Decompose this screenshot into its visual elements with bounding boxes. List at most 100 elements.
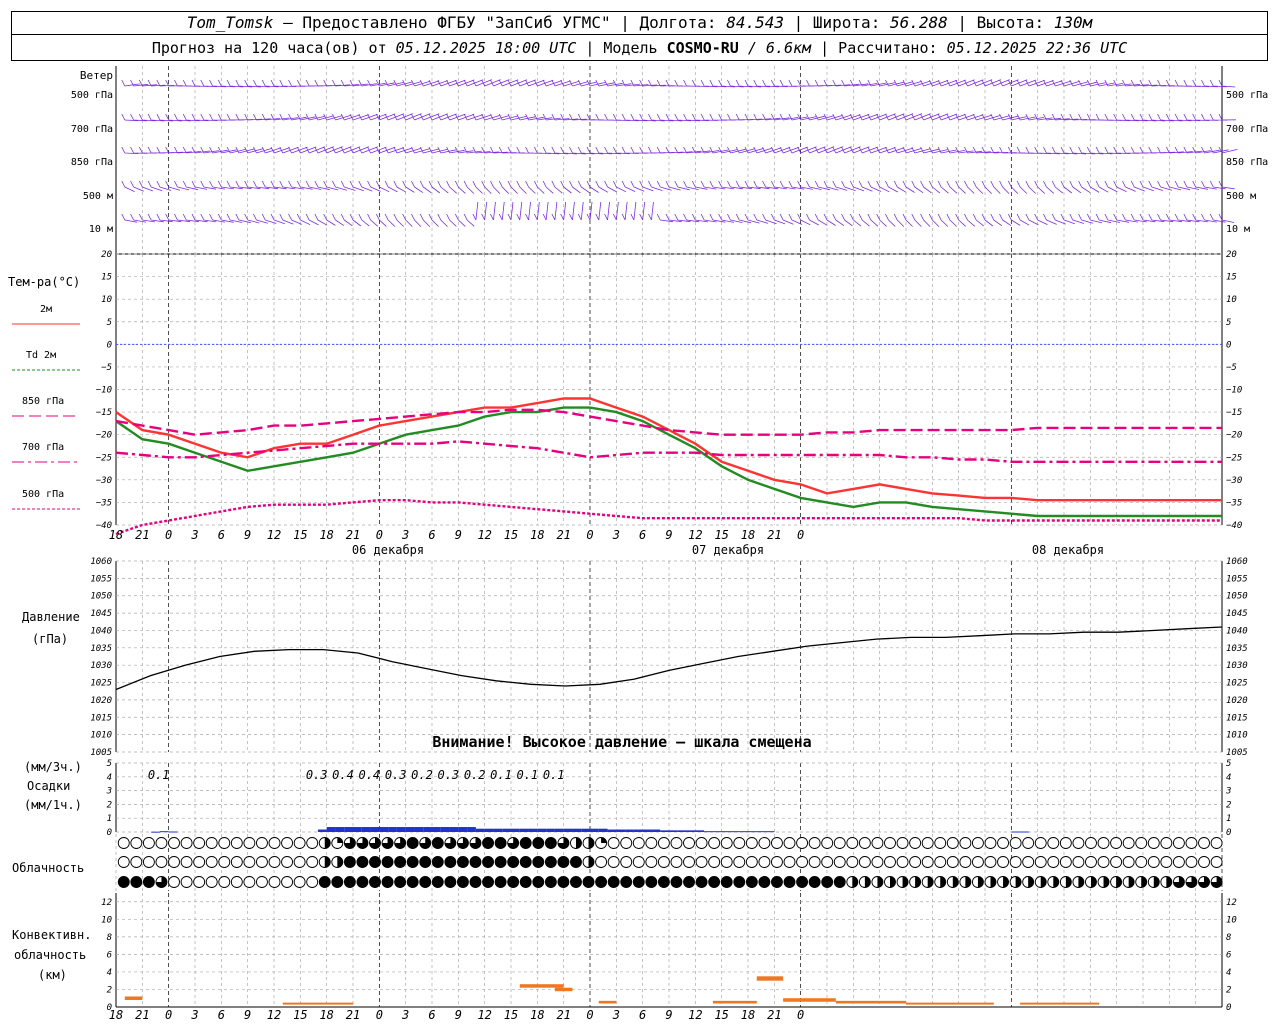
y-tick-label-left: 1025: [90, 679, 112, 689]
wind-barb: [165, 146, 183, 154]
wind-barb: [814, 79, 833, 87]
cloud-cover-marker: [431, 837, 444, 849]
wind-barb: [1025, 213, 1039, 226]
wind-barb: [639, 79, 658, 87]
cloud-cover-marker: [469, 856, 482, 868]
cloud-cover-marker: [1085, 837, 1097, 849]
cloud-cover-fill: [337, 856, 343, 868]
wind-barb: [674, 180, 690, 191]
y-tick-label-right: 3: [1225, 787, 1231, 797]
precip-bar: [484, 828, 494, 832]
wind-barb: [735, 113, 754, 121]
cloud-cover-marker: [582, 876, 595, 888]
precip-bar: [423, 827, 432, 832]
cloud-cover-marker: [921, 856, 934, 868]
conv-title-1: Конвективн.: [12, 928, 91, 942]
cloud-cover-marker: [683, 876, 695, 888]
conv-segment: [519, 984, 564, 988]
wind-barb: [955, 180, 966, 194]
precip-bar: [598, 828, 608, 832]
cloud-cover-marker: [306, 876, 319, 888]
x-tick-label: 0: [586, 1008, 593, 1022]
cloud-cover-marker: [683, 837, 695, 849]
y-tick-label-right: −40: [1226, 521, 1242, 531]
wind-barb: [814, 213, 828, 226]
wind-barb: [577, 201, 584, 221]
wind-barb: [279, 79, 297, 87]
cloud-cover-marker: [1009, 856, 1022, 868]
cloud-cover-marker: [821, 856, 834, 868]
cloud-cover-marker: [205, 837, 218, 849]
cloud-cover-marker: [406, 876, 419, 888]
y-tick-label-left: 2: [107, 985, 112, 995]
cloud-cover-marker: [632, 837, 645, 849]
precip-bar: [642, 829, 652, 832]
x-tick-label: 21: [556, 528, 570, 542]
cloud-cover-marker: [168, 876, 180, 888]
wind-level-label-left: 500 гПа: [71, 90, 113, 101]
cloud-cover-fill: [889, 876, 896, 888]
wind-barb: [147, 180, 163, 192]
cloud-cover-fill: [1128, 876, 1135, 888]
cloud-cover-marker: [984, 837, 997, 849]
cloud-cover-marker: [909, 837, 922, 849]
y-tick-label-right: −35: [1226, 498, 1242, 508]
y-tick-label-left: 1045: [90, 609, 112, 619]
cloud-cover-fill: [1003, 876, 1009, 888]
cloud-cover-marker: [142, 837, 155, 849]
cloud-cover-fill: [1116, 876, 1122, 888]
wind-barb: [727, 180, 744, 190]
precip-bar: [607, 829, 617, 832]
wind-barb: [1157, 79, 1175, 87]
precip-3h-label: 0.3: [306, 768, 328, 782]
precip-bar: [651, 829, 661, 832]
precip-bar: [370, 827, 380, 832]
x-tick-label: 21: [767, 528, 781, 542]
wind-level-label-right: 500 гПа: [1226, 90, 1268, 101]
cloud-cover-marker: [833, 837, 846, 849]
cloud-cover-fill: [1028, 876, 1034, 888]
wind-barb: [472, 180, 483, 194]
precip-bar: [151, 831, 160, 833]
precip-bar: [1020, 831, 1029, 833]
wind-barb: [648, 180, 663, 191]
wind-barb: [1016, 146, 1034, 154]
temperature-plot: 18 21 0 3 6 9 12 15 18 21 0 3 6 9 12 15 18 21 0 3 6 9 12 15 18 21…: [109, 343, 1222, 542]
wind-barb: [1113, 213, 1130, 223]
cloud-cover-marker: [871, 856, 884, 868]
cloud-cover-marker: [846, 856, 859, 868]
wind-barb: [191, 113, 209, 122]
cloud-cover-marker: [532, 876, 545, 888]
x-tick-label: 3: [190, 528, 198, 542]
cloud-cover-marker: [155, 837, 168, 849]
cloud-cover-marker: [356, 876, 369, 888]
cloud-cover-marker: [419, 876, 432, 888]
temp-legend: 2м Td 2м 850 гПа 700 гПа 500 гПа: [12, 304, 80, 510]
y-tick-label-left: 1005: [90, 748, 112, 758]
wind-barb: [604, 113, 622, 121]
conv-segment: [783, 998, 836, 1002]
precip-bar: [344, 827, 353, 832]
conv-segment: [554, 987, 573, 992]
cloud-cover-marker: [770, 837, 783, 849]
cloud-cover-marker: [168, 837, 180, 849]
wind-level-label-right: 10 м: [1226, 224, 1250, 235]
conv-segment: [124, 996, 143, 1000]
cloud-cover-marker: [595, 876, 608, 888]
x-tick-label: 18: [741, 528, 755, 542]
y-tick-label-left: 4: [107, 773, 112, 783]
cloud-cover-marker: [180, 856, 193, 868]
cloud-cover-marker: [1122, 856, 1135, 868]
cloud-cover-marker: [532, 856, 545, 868]
y-tick-label-left: 1: [107, 814, 112, 824]
wind-barb: [612, 201, 619, 221]
wind-barb: [1192, 213, 1209, 223]
wind-barb: [191, 79, 209, 87]
wind-barb: [498, 180, 510, 194]
y-tick-label-right: 1030: [1226, 661, 1248, 671]
wind-barb: [1174, 79, 1192, 87]
x-tick-label: 3: [612, 528, 620, 542]
x-tick-label: 18: [109, 1008, 123, 1022]
wind-barb: [191, 180, 208, 190]
x-tick-label: 12: [477, 528, 491, 542]
